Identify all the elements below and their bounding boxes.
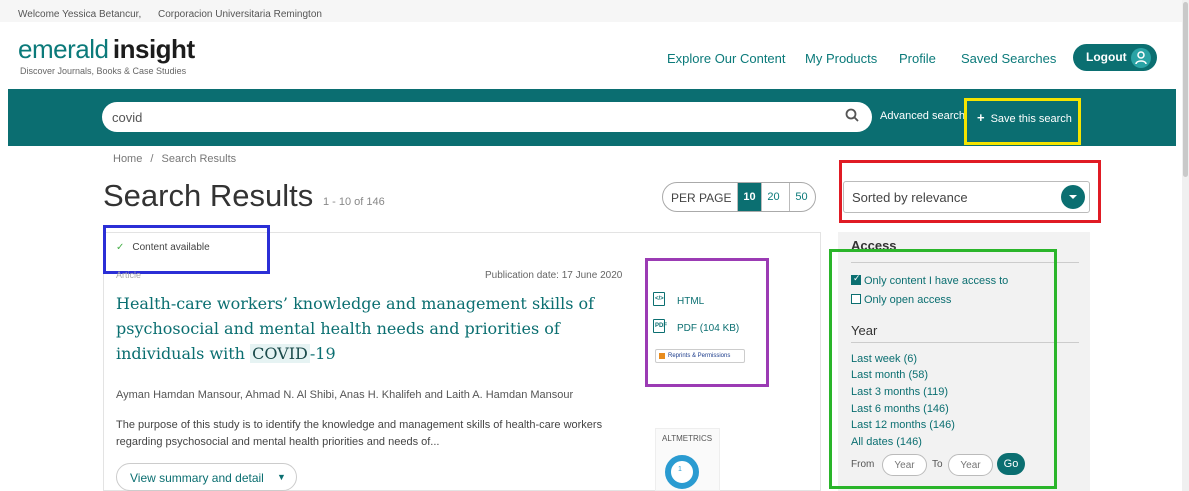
welcome-bar: Welcome Yessica Betancur, Corporacion Un…: [0, 0, 1189, 22]
advanced-search-link[interactable]: Advanced search: [880, 110, 965, 122]
article-title[interactable]: Health-care workers’ knowledge and manag…: [116, 291, 616, 366]
logo-insight: insight: [112, 34, 195, 64]
nav-saved-searches[interactable]: Saved Searches: [961, 51, 1056, 66]
view-summary-label: View summary and detail: [130, 471, 264, 485]
page-title: Search Results: [103, 178, 314, 213]
logout-label: Logout: [1086, 50, 1127, 64]
per-page-50[interactable]: 50: [789, 183, 813, 211]
altmetric-score: 1: [678, 466, 682, 473]
search-box[interactable]: [102, 102, 872, 132]
institution-name: Corporacion Universitaria Remington: [158, 9, 322, 20]
annotation-red-box: [839, 160, 1101, 223]
article-title-text: Health-care workers’ knowledge and manag…: [116, 294, 595, 363]
welcome-text: Welcome Yessica Betancur,: [18, 9, 142, 20]
nav-my-products[interactable]: My Products: [805, 51, 877, 66]
annotation-blue-box: [103, 225, 270, 274]
altmetrics-label: ALTMETRICS: [662, 434, 713, 443]
breadcrumb-home[interactable]: Home: [113, 153, 142, 165]
publication-date: Publication date: 17 June 2020: [485, 270, 623, 281]
caret-down-icon: ▼: [277, 472, 286, 482]
view-summary-button[interactable]: View summary and detail ▼: [116, 463, 297, 491]
annotation-purple-box: [645, 258, 769, 387]
breadcrumb-separator: /: [150, 153, 154, 165]
per-page-label: PER PAGE: [671, 191, 732, 205]
scrollbar-thumb[interactable]: [1183, 2, 1188, 177]
search-icon[interactable]: [845, 108, 859, 127]
annotation-yellow-box: [964, 98, 1081, 145]
article-abstract: The purpose of this study is to identify…: [116, 419, 603, 448]
article-authors: Ayman Hamdan Mansour, Ahmad N. Al Shibi,…: [116, 389, 574, 401]
emerald-insight-logo[interactable]: emerald insight: [18, 34, 195, 65]
annotation-green-box: [829, 249, 1057, 489]
result-count: 1 - 10 of 146: [323, 196, 385, 208]
per-page-20[interactable]: 20: [761, 183, 785, 211]
logout-button[interactable]: Logout: [1073, 44, 1157, 71]
logo-emerald: emerald: [18, 34, 109, 64]
article-type: Article: [116, 270, 142, 280]
logo-tagline: Discover Journals, Books & Case Studies: [20, 66, 187, 76]
article-title-highlight: COVID: [250, 344, 310, 363]
per-page-10[interactable]: 10: [737, 183, 761, 211]
nav-explore-content[interactable]: Explore Our Content: [667, 51, 786, 66]
breadcrumb: Home / Search Results: [113, 153, 236, 165]
page-scrollbar[interactable]: [1182, 0, 1189, 491]
article-title-suffix: -19: [309, 344, 336, 363]
user-icon: [1131, 48, 1151, 68]
breadcrumb-current: Search Results: [161, 153, 237, 165]
altmetric-donut[interactable]: 1: [665, 455, 699, 489]
nav-profile[interactable]: Profile: [899, 51, 936, 66]
per-page-selector: PER PAGE 10 20 50: [662, 182, 816, 212]
search-input[interactable]: [112, 107, 832, 127]
